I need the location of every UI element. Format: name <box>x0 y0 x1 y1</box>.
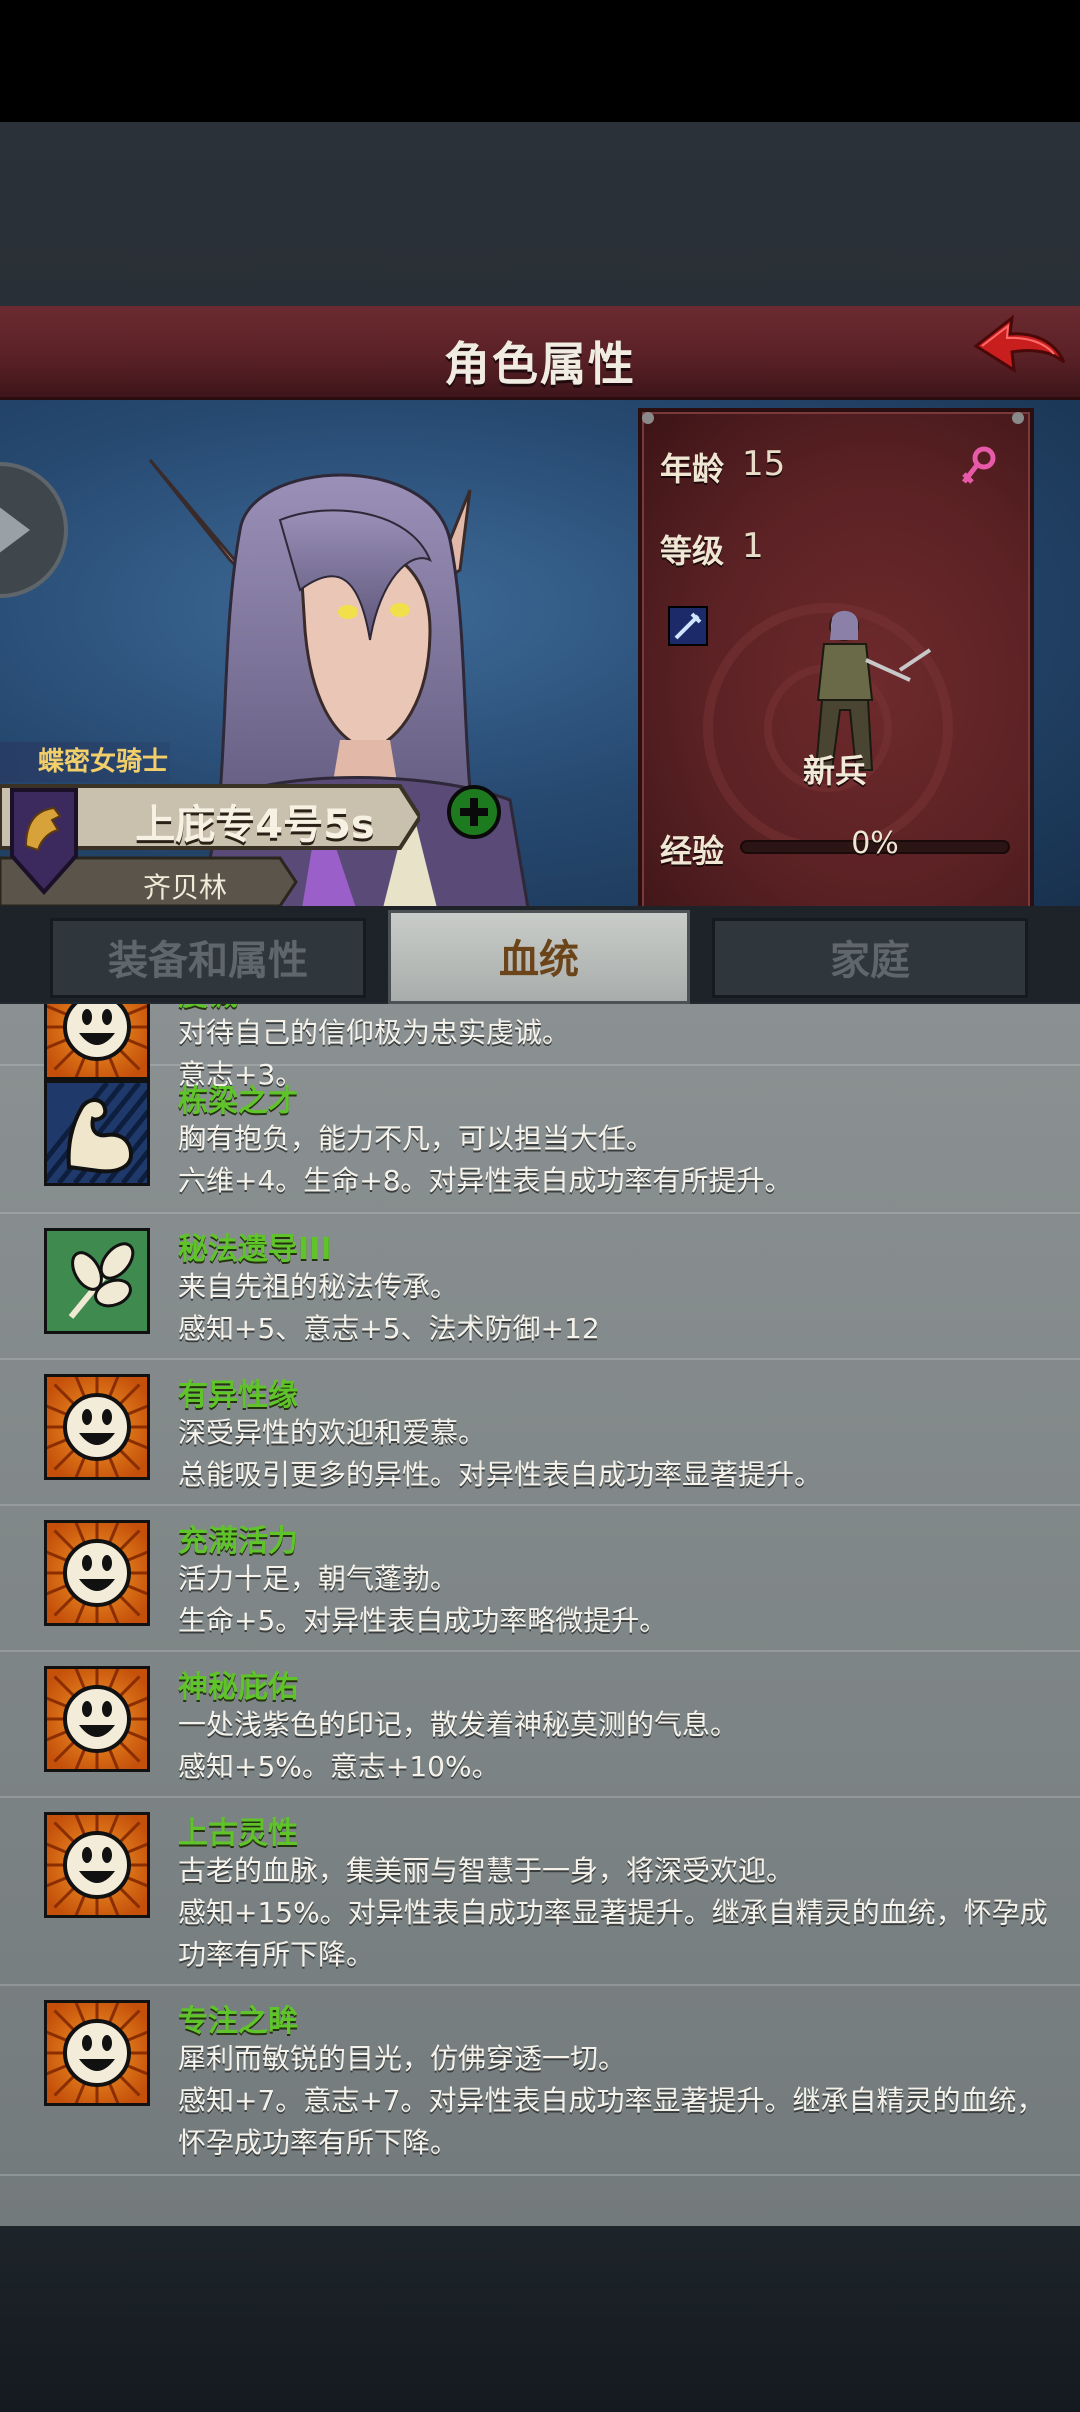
character-title: 蝶密女骑士 <box>0 742 170 782</box>
page-title: 角色属性 <box>444 337 636 391</box>
header-bar: 角色属性 <box>0 306 1080 400</box>
trait-description: 犀利而敏锐的目光，仿佛穿透一切。 <box>178 2042 627 2075</box>
smiley-face-icon <box>44 1812 150 1918</box>
smiley-face-icon <box>44 2000 150 2106</box>
next-character-arrow-icon[interactable] <box>0 460 70 600</box>
female-symbol-icon <box>962 446 996 484</box>
trait-name: 上古灵性 <box>178 1816 298 1851</box>
flexed-arm-icon <box>44 1080 150 1186</box>
trait-description: 来自先祖的秘法传承。 <box>178 1270 459 1303</box>
tab-equipment[interactable]: 装备和属性 <box>50 918 366 998</box>
status-bar-area <box>0 0 1080 122</box>
trait-row[interactable]: 神秘庇佑 一处浅紫色的印记，散发着神秘莫测的气息。 感知+5%。意志+10%。 <box>0 1652 1080 1798</box>
trait-description: 胸有抱负，能力不凡，可以担当大任。 <box>178 1122 655 1155</box>
trait-row[interactable]: 专注之眸 犀利而敏锐的目光，仿佛穿透一切。感知+7。意志+7。对异性表白成功率显著… <box>0 1986 1080 2176</box>
trait-effect: 感知+7。意志+7。对异性表白成功率显著提升。继承自精灵的血统，怀孕成功率有所下… <box>178 2084 1045 2159</box>
smiley-face-icon <box>44 1374 150 1480</box>
trait-list-panel[interactable]: 虔诚对待自己的信仰极为忠实虔诚。意志+3。栋梁之才胸有抱负，能力不凡，可以担当大… <box>0 1004 1080 2226</box>
bottom-background <box>0 2226 1080 2412</box>
smiley-face-icon <box>44 1666 150 1772</box>
class-name: 新兵 <box>802 752 867 790</box>
tab-family[interactable]: 家庭 <box>712 918 1028 998</box>
trait-effect: 感知+5、意志+5、法术防御+12 <box>178 1312 600 1345</box>
trait-row[interactable]: 充满活力 活力十足，朝气蓬勃。生命+5。对异性表白成功率略微提升。 <box>0 1506 1080 1652</box>
age-value: 15 <box>742 444 786 484</box>
trait-effect: 总能吸引更多的异性。对异性表白成功率显著提升。 <box>178 1458 823 1491</box>
trait-row[interactable]: 虔诚对待自己的信仰极为忠实虔诚。意志+3。 <box>0 1004 1080 1091</box>
trait-name: 专注之眸 <box>178 2004 298 2039</box>
trait-effect: 感知+15%。对异性表白成功率显著提升。继承自精灵的血统，怀孕成功率有所下降。 <box>178 1896 1048 1971</box>
trait-row[interactable]: 有异性缘 深受异性的欢迎和爱慕。总能吸引更多的异性。对异性表白成功率显著提升。 <box>0 1360 1080 1506</box>
trait-description: 古老的血脉，集美丽与智慧于一身，将深受欢迎。 <box>178 1854 795 1887</box>
add-plus-icon[interactable] <box>446 784 502 840</box>
tab-bloodline[interactable]: 血统 <box>388 910 690 1004</box>
trait-effect: 感知+5%。意志+10%。 <box>178 1750 500 1783</box>
trait-row[interactable]: 秘法遗导III 来自先祖的秘法传承。感知+5、意志+5、法术防御+12 <box>0 1214 1080 1360</box>
exp-value: 0% <box>851 826 899 861</box>
trait-description: 对待自己的信仰极为忠实虔诚。 <box>178 1016 571 1049</box>
trait-name: 充满活力 <box>178 1524 298 1559</box>
trait-row[interactable]: 上古灵性 古老的血脉，集美丽与智慧于一身，将深受欢迎。感知+15%。对异性表白成功… <box>0 1798 1080 1986</box>
trait-description: 一处浅紫色的印记，散发着神秘莫测的气息。 <box>178 1708 739 1741</box>
family-name: 齐贝林 <box>142 871 227 904</box>
sword-skill-icon[interactable] <box>668 606 708 646</box>
wolf-crest-icon <box>10 788 78 896</box>
trait-description: 活力十足，朝气蓬勃。 <box>178 1562 459 1595</box>
trait-effect: 六维+4。生命+8。对异性表白成功率有所提升。 <box>178 1164 793 1197</box>
trait-effect: 生命+5。对异性表白成功率略微提升。 <box>178 1604 668 1637</box>
exp-label: 经验 <box>660 832 725 870</box>
level-value: 1 <box>742 526 764 566</box>
character-name[interactable]: 上庇专4号5s <box>110 792 400 850</box>
level-label: 等级 <box>660 532 725 570</box>
trait-list: 虔诚对待自己的信仰极为忠实虔诚。意志+3。栋梁之才胸有抱负，能力不凡，可以担当大… <box>0 1004 1080 2176</box>
leaf-branch-icon <box>44 1228 150 1334</box>
trait-row[interactable]: 栋梁之才 胸有抱负，能力不凡，可以担当大任。六维+4。生命+8。对异性表白成功率有… <box>0 1066 1080 1214</box>
trait-description: 深受异性的欢迎和爱慕。 <box>178 1416 487 1449</box>
trait-name: 神秘庇佑 <box>178 1670 298 1705</box>
back-arrow-icon[interactable] <box>968 312 1068 392</box>
trait-name: 有异性缘 <box>178 1378 298 1413</box>
trait-name: 秘法遗导III <box>178 1232 332 1267</box>
age-label: 年龄 <box>660 450 725 488</box>
trait-name: 栋梁之才 <box>178 1084 298 1119</box>
smiley-face-icon <box>44 1520 150 1626</box>
